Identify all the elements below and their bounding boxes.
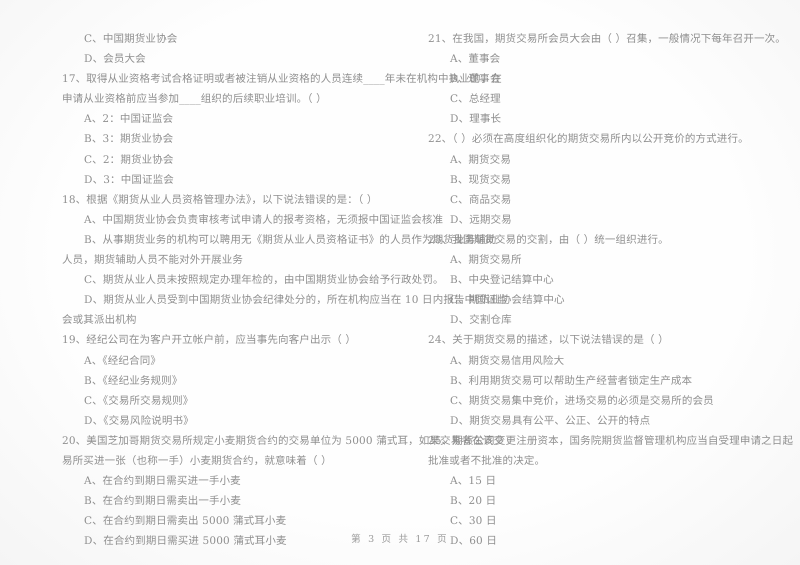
right-answer-option: C、期货交易集中竞价，进场交易的必须是交易所的会员 xyxy=(450,394,714,407)
left-answer-option: C、在合约到期日需卖出 5000 蒲式耳小麦 xyxy=(84,515,287,528)
left-answer-option: B、从事期货业务的机构可以聘用无《期货从业人员资格证书》的人员作为期货业务辅助 xyxy=(84,233,497,246)
right-answer-option: B、中央登记结算中心 xyxy=(450,274,554,287)
right-answer-option: D、期货交易具有公平、公正、公开的特点 xyxy=(450,414,651,427)
right-answer-option: A、期货交易信用风险大 xyxy=(450,354,565,367)
left-question-continuation: 人员，期货辅助人员不能对外开展业务 xyxy=(62,254,244,267)
left-answer-option: D、《交易风险说明书》 xyxy=(84,414,194,427)
right-question-stem: 21、在我国，期货交易所会员大会由（ ）召集，一般情况下每年召开一次。 xyxy=(428,33,786,45)
right-column: 21、在我国，期货交易所会员大会由（ ）召集，一般情况下每年召开一次。 A、董事会… xyxy=(400,34,800,556)
right-question-stem: 23、我国期货交易的交割，由（ ）统一组织进行。 xyxy=(428,233,669,246)
left-question-continuation: 易所买进一张（也称一手）小麦期货合约，就意味着（ ） xyxy=(62,454,332,467)
right-question-stem: 22、（ ）必须在高度组织化的期货交易所内以公开竞价的方式进行。 xyxy=(428,133,749,146)
left-answer-option: B、在合约到期日需卖出一手小麦 xyxy=(84,495,241,508)
right-question-stem: 25、期货公司变更注册资本，国务院期货监督管理机构应当自受理申请之日起（ ）内做… xyxy=(428,434,800,447)
left-answer-option: B、《经纪业务规则》 xyxy=(84,374,183,387)
left-answer-option: B、3：期货业协会 xyxy=(84,133,174,146)
left-answer-option: A、在合约到期日需买进一手小麦 xyxy=(84,475,241,488)
scanned-page: C、中国期货业协会 D、会员大会 17、取得从业资格考试合格证明或者被注销从业资格的… xyxy=(0,0,800,565)
left-answer-option: D、会员大会 xyxy=(84,53,146,66)
right-answer-option: B、利用期货交易可以帮助生产经营者锁定生产成本 xyxy=(450,374,693,387)
left-question-stem: 17、取得从业资格考试合格证明或者被注销从业资格的人员连续____年未在机构中执… xyxy=(62,73,502,86)
left-question-continuation: 申请从业资格前应当参加____组织的后续职业培训。（ ） xyxy=(62,93,327,106)
left-question-stem: 20、美国芝加哥期货交易所规定小麦期货合约的交易单位为 5000 蒲式耳，如果交… xyxy=(62,434,505,447)
left-answer-option: C、中国期货业协会 xyxy=(84,33,178,45)
right-answer-option: B、理事会 xyxy=(450,73,501,86)
right-answer-option: C、期货业协会结算中心 xyxy=(450,294,565,307)
page-footer: 第 3 页 共 17 页 xyxy=(351,534,449,545)
right-answer-option: C、总经理 xyxy=(450,93,501,106)
right-answer-option: B、20 日 xyxy=(450,495,497,508)
two-column-body: C、中国期货业协会 D、会员大会 17、取得从业资格考试合格证明或者被注销从业资格的… xyxy=(0,34,800,556)
left-question-continuation: 会或其派出机构 xyxy=(62,314,137,327)
right-answer-option: A、15 日 xyxy=(450,475,497,488)
left-column: C、中国期货业协会 D、会员大会 17、取得从业资格考试合格证明或者被注销从业资格的… xyxy=(0,33,508,556)
left-answer-option: A、中国期货业协会负责审核考试申请人的报考资格，无须报中国证监会核准 xyxy=(84,213,444,226)
right-answer-option: C、30 日 xyxy=(450,515,497,528)
right-answer-option: B、现货交易 xyxy=(450,173,512,186)
left-answer-option: A、《经纪合同》 xyxy=(84,354,162,367)
right-answer-option: A、期货交易所 xyxy=(450,254,522,267)
right-answer-option: C、商品交易 xyxy=(450,193,512,206)
left-answer-option: C、期货从业人员未按照规定办理年检的，由中国期货业协会给予行政处罚。 xyxy=(84,274,444,287)
left-answer-option: D、3：中国证监会 xyxy=(84,173,174,186)
right-answer-option: D、远期交易 xyxy=(450,213,512,226)
left-question-stem: 18、根据《期货从业人员资格管理办法》，以下说法错误的是：（ ） xyxy=(62,193,378,206)
right-answer-option: D、交割仓库 xyxy=(450,314,512,327)
left-answer-option: C、《交易所交易规则》 xyxy=(84,394,194,407)
left-answer-option: D、期货从业人员受到中国期货业协会纪律处分的，所在机构应当在 10 日内报告中国… xyxy=(84,294,508,307)
right-answer-option: A、期货交易 xyxy=(450,153,511,166)
left-answer-option: A、2：中国证监会 xyxy=(84,113,174,126)
left-question-stem: 19、经纪公司在为客户开立帐户前，应当事先向客户出示（ ） xyxy=(62,334,357,347)
right-question-stem: 24、关于期货交易的描述，以下说法错误的是（ ） xyxy=(428,334,669,347)
right-answer-option: D、理事长 xyxy=(450,113,502,126)
left-answer-option: C、2：期货业协会 xyxy=(84,153,174,166)
right-answer-option: A、董事会 xyxy=(450,53,501,66)
right-question-continuation: 批准或者不批准的决定。 xyxy=(428,454,546,467)
